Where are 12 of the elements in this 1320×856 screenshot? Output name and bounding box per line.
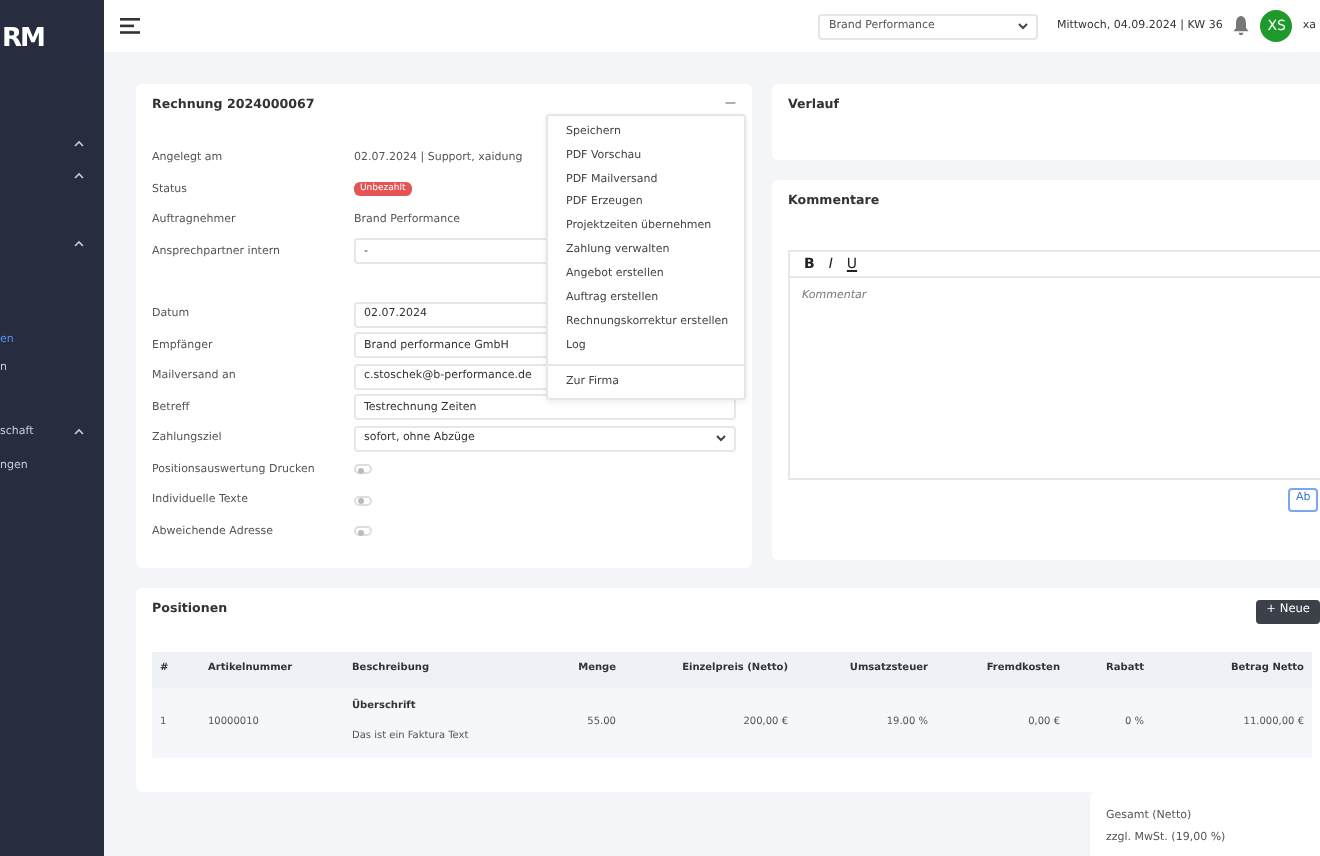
- toggle-switch[interactable]: [354, 464, 372, 475]
- chevron-icon: [74, 428, 84, 436]
- menu-icon[interactable]: [120, 18, 140, 34]
- toggle-switch[interactable]: [354, 495, 372, 506]
- chevron-icon: [716, 434, 726, 443]
- toggle-switch[interactable]: [354, 526, 372, 537]
- chevron-icon: [74, 172, 84, 180]
- chevron-icon: [74, 240, 84, 248]
- bell-icon[interactable]: [1232, 16, 1251, 36]
- chevron-icon: [74, 140, 84, 148]
- chevron-icon: [1018, 22, 1029, 30]
- logo-text: RM: [2, 24, 44, 54]
